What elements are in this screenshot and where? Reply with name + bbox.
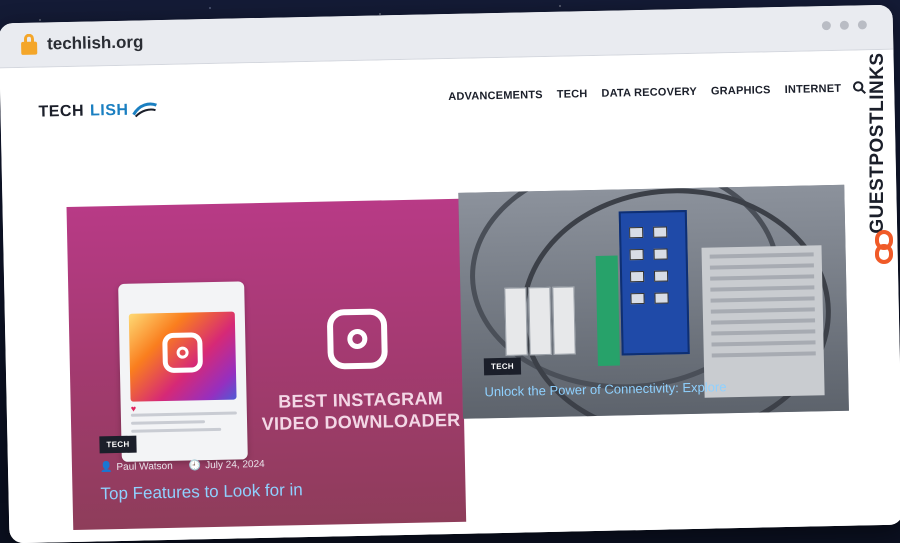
web-page: TECH LISH ADVANCEMENTS TECH DATA RECOVER… bbox=[0, 49, 900, 543]
post-date: July 24, 2024 bbox=[205, 458, 265, 472]
window-dot-icon[interactable] bbox=[839, 20, 849, 30]
heart-icon: ♥ bbox=[130, 403, 137, 414]
instagram-icon bbox=[162, 332, 204, 374]
post-card[interactable]: ♥ BEST INSTAGRAM VIDEO DOWNLOADER TECH 👤… bbox=[66, 198, 467, 530]
lock-icon bbox=[21, 33, 38, 55]
image-caption: BEST INSTAGRAM VIDEO DOWNLOADER bbox=[261, 388, 461, 434]
nav-internet[interactable]: INTERNET bbox=[784, 83, 841, 96]
post-card[interactable]: TECH Unlock the Power of Connectivity: E… bbox=[458, 184, 849, 419]
link-chain-icon bbox=[875, 230, 893, 264]
window-dot-icon[interactable] bbox=[857, 20, 867, 30]
watermark: GUESTPOSTLINKS bbox=[860, 40, 900, 270]
instagram-icon bbox=[326, 308, 388, 370]
window-dot-icon[interactable] bbox=[821, 20, 831, 31]
browser-window: techlish.org TECH LISH ADVANCEMENTS TECH… bbox=[0, 4, 900, 543]
site-logo[interactable]: TECH LISH bbox=[38, 101, 157, 121]
category-badge[interactable]: TECH bbox=[483, 357, 522, 376]
watermark-text: GUESTPOSTLINKS bbox=[867, 52, 888, 234]
logo-swoosh-icon bbox=[132, 102, 157, 118]
logo-text-tech: TECH bbox=[38, 102, 85, 121]
user-icon: 👤 bbox=[99, 462, 113, 474]
logo-text-lish: LISH bbox=[89, 101, 129, 120]
nav-graphics[interactable]: GRAPHICS bbox=[711, 84, 771, 97]
nav-tech[interactable]: TECH bbox=[557, 88, 588, 101]
window-controls bbox=[821, 20, 867, 31]
phone-mockup-image: ♥ bbox=[118, 281, 248, 462]
nav-advancements[interactable]: ADVANCEMENTS bbox=[448, 89, 543, 103]
post-title[interactable]: Top Features to Look for in bbox=[100, 480, 303, 504]
category-badge[interactable]: TECH bbox=[99, 435, 137, 454]
main-nav: ADVANCEMENTS TECH DATA RECOVERY GRAPHICS… bbox=[448, 83, 841, 103]
post-meta: 👤 Paul Watson 🕘 July 24, 2024 bbox=[100, 459, 265, 473]
nav-data-recovery[interactable]: DATA RECOVERY bbox=[601, 86, 697, 100]
url-text[interactable]: techlish.org bbox=[47, 32, 144, 54]
post-author[interactable]: Paul Watson bbox=[116, 461, 173, 473]
clock-icon: 🕘 bbox=[188, 460, 202, 472]
